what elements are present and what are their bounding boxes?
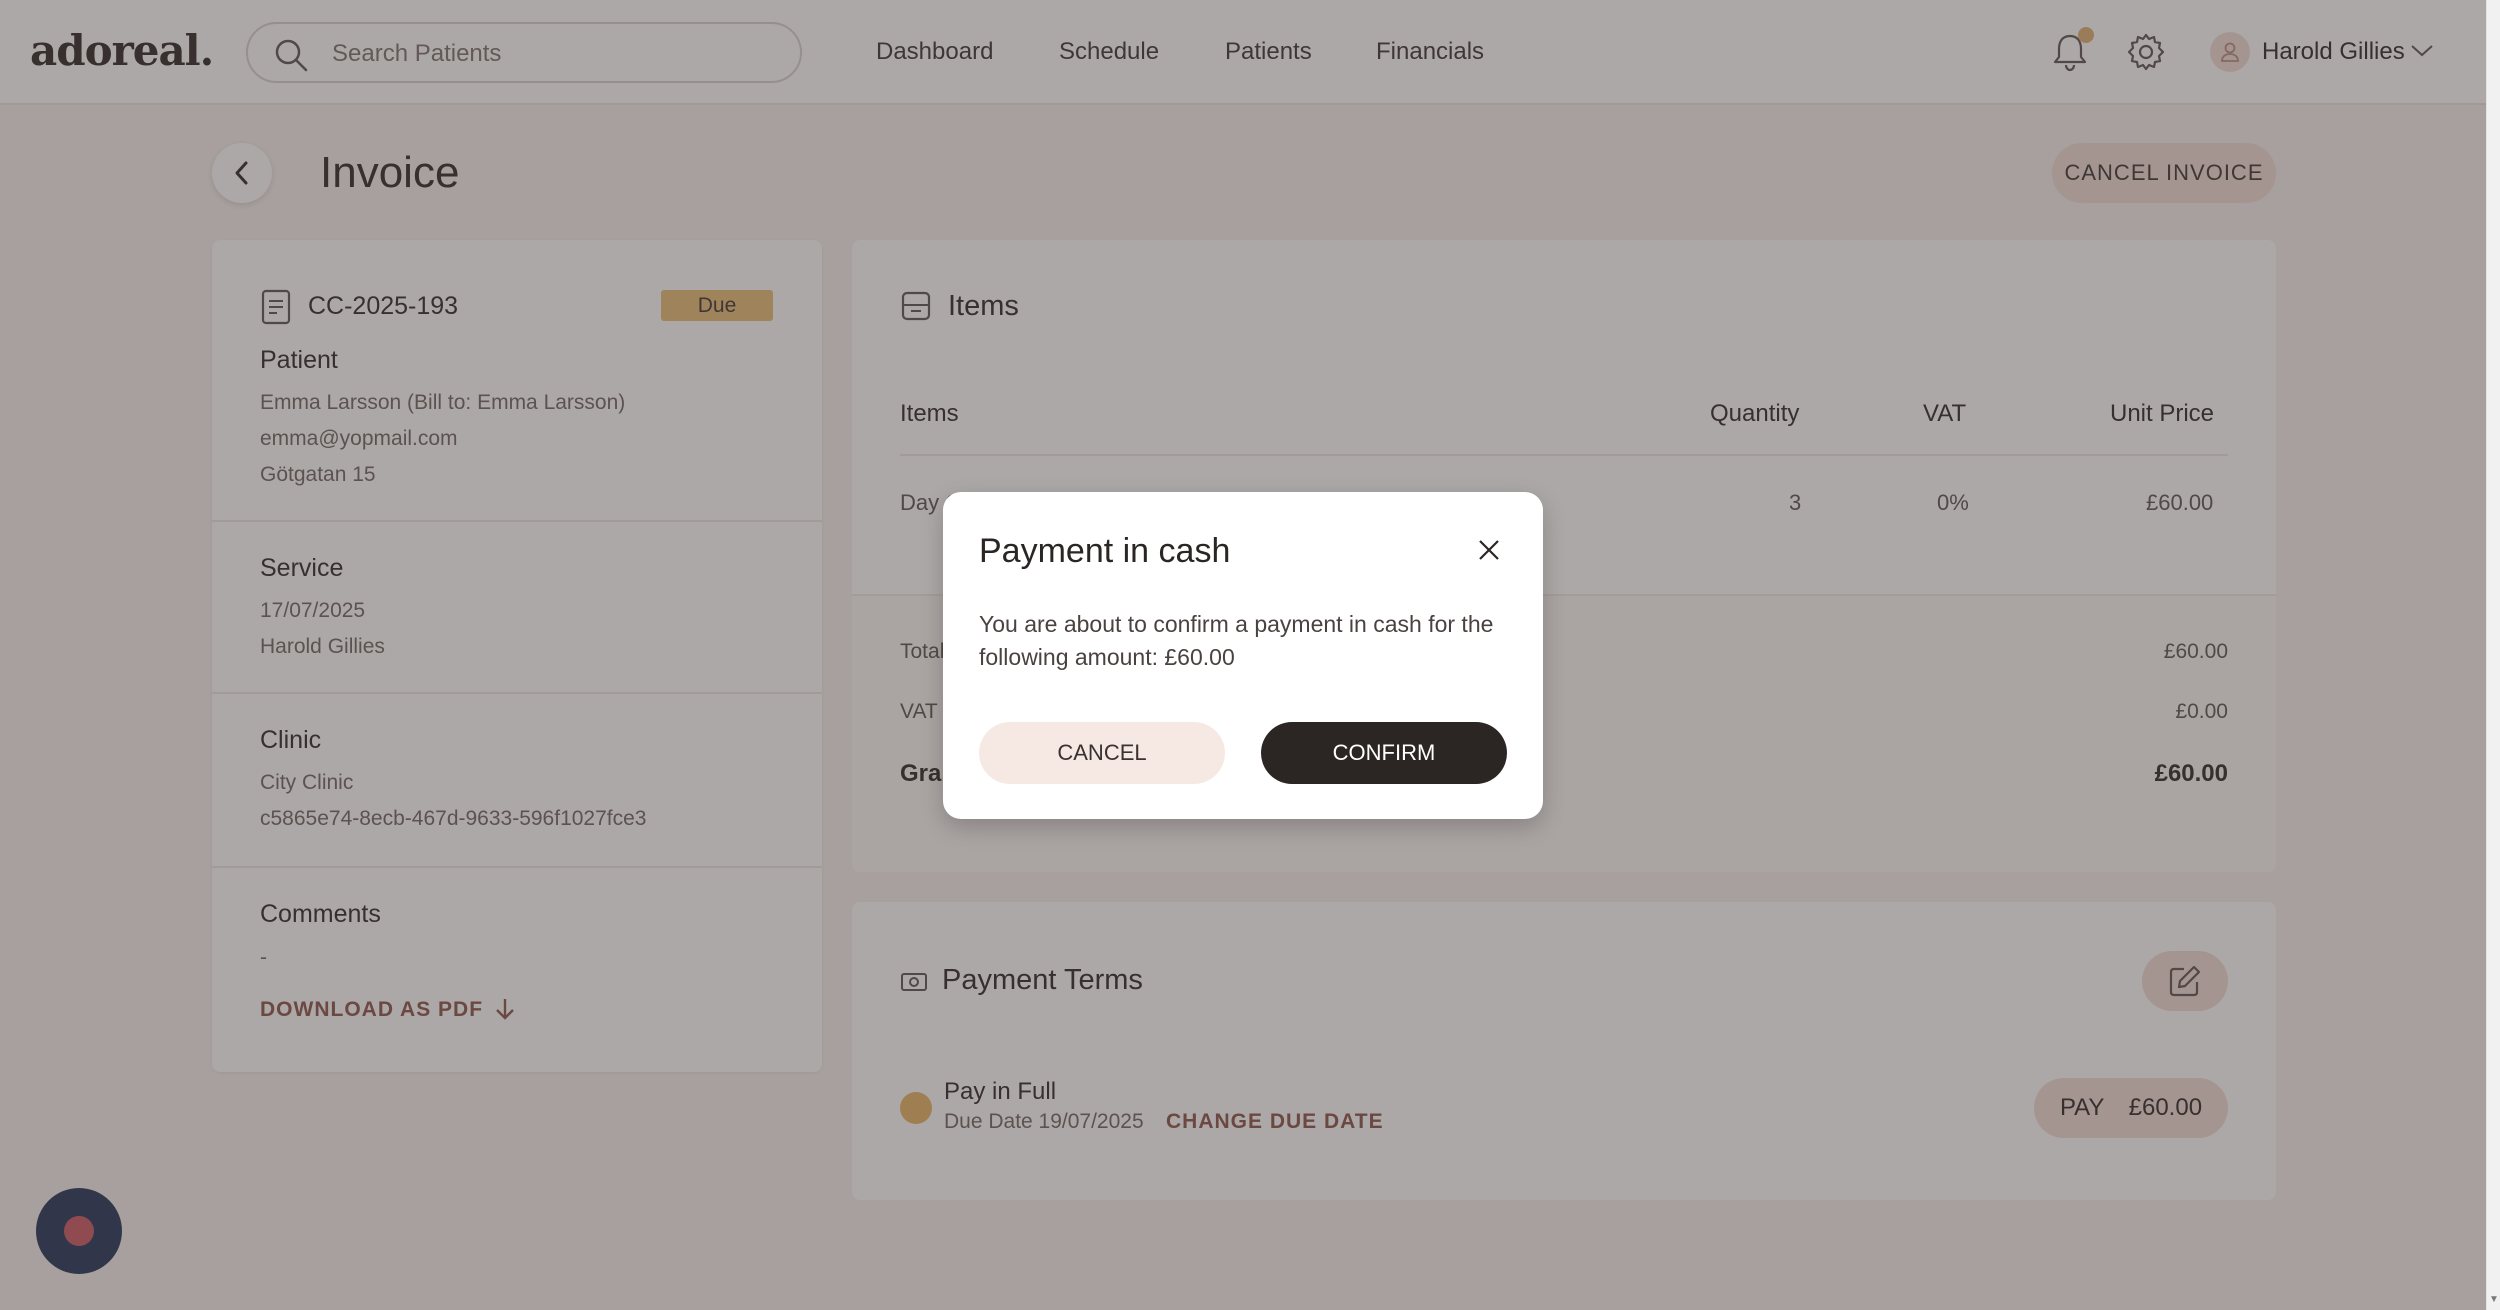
close-icon[interactable] bbox=[1477, 538, 1501, 562]
dialog-title: Payment in cash bbox=[979, 532, 1231, 570]
payment-cash-dialog: Payment in cash You are about to confirm… bbox=[943, 492, 1543, 819]
cancel-button[interactable]: CANCEL bbox=[979, 722, 1225, 784]
confirm-button[interactable]: CONFIRM bbox=[1261, 722, 1507, 784]
dialog-message: You are about to confirm a payment in ca… bbox=[979, 611, 1494, 670]
scrollbar[interactable] bbox=[2486, 0, 2500, 1310]
scroll-down-icon[interactable]: ▼ bbox=[2489, 1294, 2499, 1305]
